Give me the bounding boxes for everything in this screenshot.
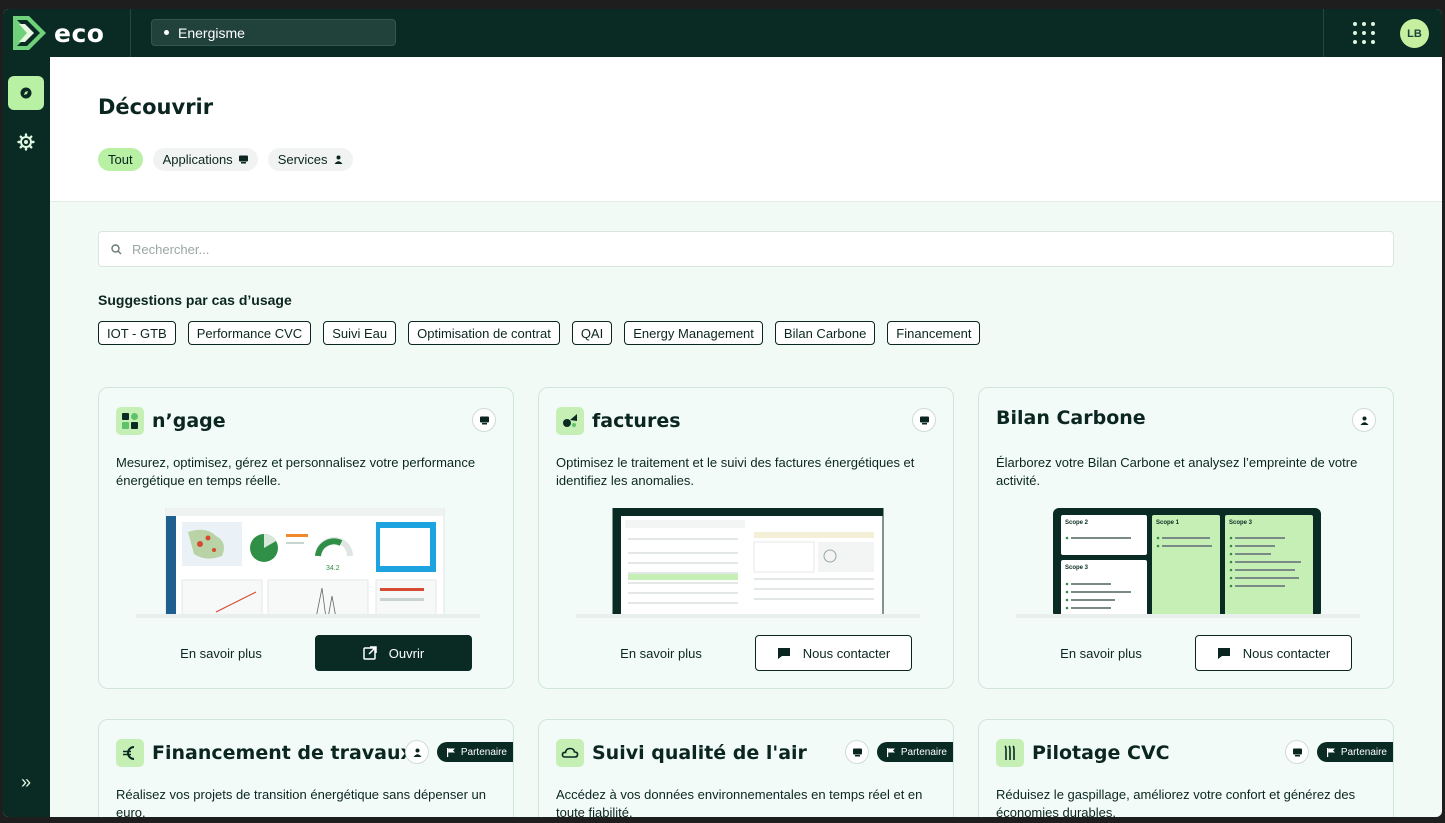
learn-more-button[interactable]: En savoir plus <box>576 635 746 671</box>
filter-all[interactable]: Tout <box>98 148 143 171</box>
svg-text:34.2: 34.2 <box>326 565 340 572</box>
suggestion-tag[interactable]: Suivi Eau <box>323 321 397 345</box>
chat-bubble-icon <box>777 647 790 659</box>
card-title: n’gage <box>152 410 226 432</box>
card-title: Suivi qualité de l'air <box>592 742 807 764</box>
application-type-icon[interactable] <box>1285 740 1309 764</box>
cloud-icon <box>556 739 584 767</box>
open-button[interactable]: Ouvrir <box>315 635 472 671</box>
apps-grid-icon[interactable] <box>1353 22 1375 44</box>
card-description: Accédez à vos données environnementales … <box>556 787 923 817</box>
service-type-icon[interactable] <box>405 740 429 764</box>
flag-icon <box>886 747 895 757</box>
card-header: Suivi qualité de l'air <box>556 739 807 767</box>
flag-icon <box>446 747 455 757</box>
person-icon <box>334 155 343 164</box>
partner-badge: Partenaire <box>876 742 953 762</box>
svg-text:Scope 3: Scope 3 <box>1229 520 1253 526</box>
product-card: n’gage Mesurez, optimisez, gérez et pers… <box>98 387 514 689</box>
suggestion-tags: IOT - GTB Performance CVC Suivi Eau Opti… <box>98 321 981 345</box>
suggestion-tag[interactable]: IOT - GTB <box>98 321 176 345</box>
card-header: Pilotage CVC <box>996 739 1170 767</box>
product-card: Suivi qualité de l'air Partenaire Accéde… <box>538 719 954 817</box>
partner-badge: Partenaire <box>436 742 513 762</box>
expand-sidebar-icon[interactable]: » <box>15 772 37 793</box>
card-header: Financement de travaux <box>116 739 413 767</box>
app-window: eco Energisme LB » Découvrir Tout Applic… <box>3 9 1442 817</box>
svg-text:Scope 3: Scope 3 <box>1065 565 1089 571</box>
filter-chips: Tout Applications Services <box>98 148 353 171</box>
compass-icon <box>20 87 32 99</box>
service-type-icon[interactable] <box>1352 408 1376 432</box>
logo[interactable]: eco <box>13 15 104 51</box>
svg-text:Scope 2: Scope 2 <box>1065 520 1089 526</box>
card-title: Pilotage CVC <box>1032 742 1170 764</box>
card-description: Optimisez le traitement et le suivi des … <box>556 455 915 488</box>
euro-icon <box>116 739 144 767</box>
card-header: factures <box>556 407 681 435</box>
card-description: Réduisez le gaspillage, améliorez votre … <box>996 787 1356 817</box>
external-link-icon <box>363 646 377 660</box>
organization-name: Energisme <box>178 24 245 41</box>
application-type-icon[interactable] <box>912 408 936 432</box>
card-header: n’gage <box>116 407 226 435</box>
product-card: Bilan Carbone Élarborez votre Bilan Carb… <box>978 387 1394 689</box>
card-title: factures <box>592 410 681 432</box>
factures-icon <box>556 407 584 435</box>
organization-selector[interactable]: Energisme <box>151 19 396 46</box>
page-header: Découvrir Tout Applications Services <box>50 57 1442 202</box>
card-description: Réalisez vos projets de transition énerg… <box>116 787 487 817</box>
learn-more-button[interactable]: En savoir plus <box>136 635 306 671</box>
suggestion-tag[interactable]: QAI <box>571 321 613 345</box>
chat-bubble-icon <box>1217 647 1230 659</box>
flag-icon <box>1326 747 1335 757</box>
gear-icon[interactable] <box>17 133 35 151</box>
suggestion-tag[interactable]: Financement <box>887 321 981 345</box>
eco-logo-icon <box>13 16 46 50</box>
divider <box>1323 9 1324 57</box>
card-title: Financement de travaux <box>152 742 413 764</box>
filter-applications[interactable]: Applications <box>152 148 258 171</box>
sidebar: » <box>3 57 50 817</box>
dashboard-preview-image: 34.2 <box>136 508 480 618</box>
partner-badge: Partenaire <box>1316 742 1393 762</box>
logo-text: eco <box>54 18 105 48</box>
contact-button[interactable]: Nous contacter <box>755 635 912 671</box>
user-avatar[interactable]: LB <box>1400 19 1429 48</box>
invoices-preview-image <box>576 508 920 618</box>
suggestion-tag[interactable]: Optimisation de contrat <box>408 321 560 345</box>
product-card: factures Optimisez le traitement et le s… <box>538 387 954 689</box>
card-header: Bilan Carbone <box>996 407 1146 429</box>
svg-text:Scope 1: Scope 1 <box>1156 520 1180 526</box>
product-card: Pilotage CVC Partenaire Réduisez le gasp… <box>978 719 1394 817</box>
suggestion-tag[interactable]: Performance CVC <box>187 321 312 345</box>
learn-more-button[interactable]: En savoir plus <box>1016 635 1186 671</box>
card-description: Mesurez, optimisez, gérez et personnalis… <box>116 455 476 488</box>
monitor-icon <box>238 155 248 164</box>
suggestion-tag[interactable]: Bilan Carbone <box>774 321 876 345</box>
application-type-icon[interactable] <box>472 408 496 432</box>
search-bar <box>98 231 1394 267</box>
divider <box>130 9 131 57</box>
filter-services[interactable]: Services <box>267 148 353 171</box>
card-title: Bilan Carbone <box>996 407 1146 429</box>
card-description: Élarborez votre Bilan Carbone et analyse… <box>996 455 1358 488</box>
application-type-icon[interactable] <box>845 740 869 764</box>
page-title: Découvrir <box>98 95 214 119</box>
carbon-scopes-preview-image: Scope 2 Scope 3 Scope 1 Scope 3 <box>1016 508 1360 618</box>
heat-icon <box>996 739 1024 767</box>
top-bar: eco Energisme LB <box>3 9 1442 57</box>
search-input[interactable] <box>132 241 1332 257</box>
suggestion-tag[interactable]: Energy Management <box>624 321 763 345</box>
status-dot-icon <box>164 30 169 35</box>
search-icon <box>111 243 122 254</box>
contact-button[interactable]: Nous contacter <box>1195 635 1352 671</box>
suggestions-title: Suggestions par cas d’usage <box>98 292 292 308</box>
product-card: Financement de travaux Partenaire Réalis… <box>98 719 514 817</box>
ngage-icon <box>116 407 144 435</box>
sidebar-item-discover[interactable] <box>8 76 44 110</box>
